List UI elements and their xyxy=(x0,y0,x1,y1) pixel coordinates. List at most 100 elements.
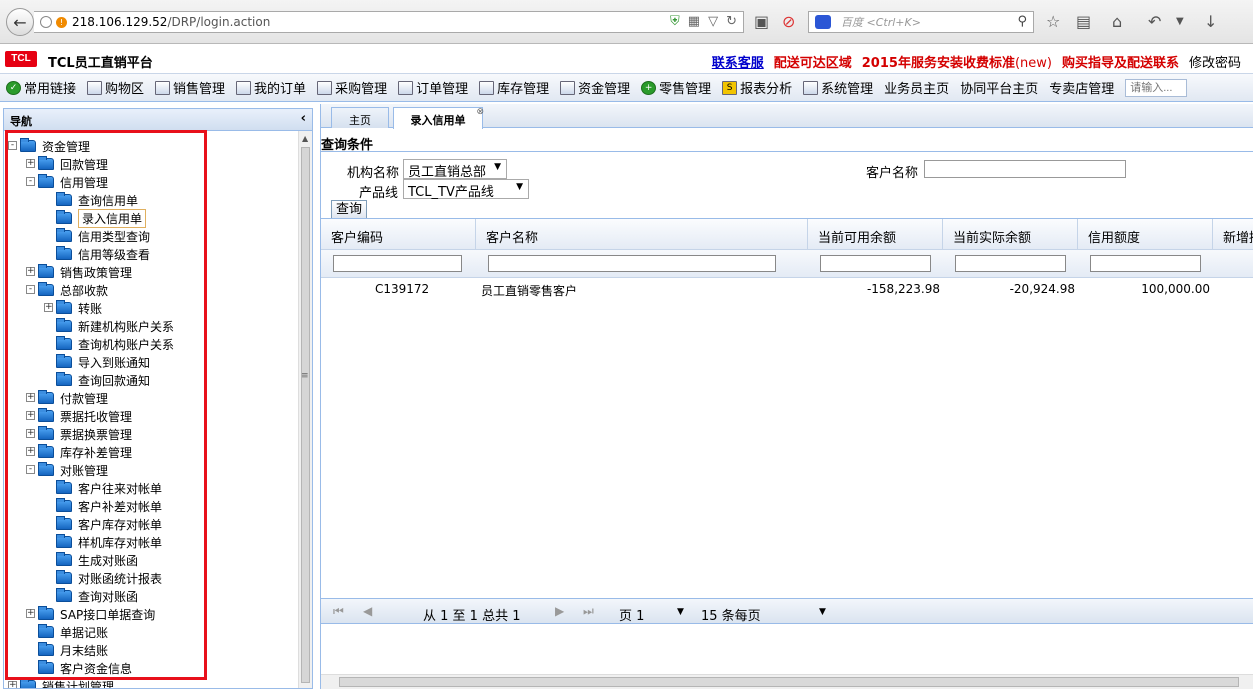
menu-order-management[interactable]: 订单管理 xyxy=(398,78,468,97)
expand-icon[interactable]: + xyxy=(8,681,17,688)
menu-store-management[interactable]: 专卖店管理 xyxy=(1049,78,1114,97)
home-icon[interactable]: ⌂ xyxy=(1112,12,1122,31)
tree-item[interactable]: 查询机构账户关系 xyxy=(56,335,174,353)
filter-credit-limit[interactable] xyxy=(1090,255,1201,272)
expand-icon[interactable]: + xyxy=(26,429,35,438)
expand-icon[interactable]: + xyxy=(26,267,35,276)
tree-item[interactable]: - 总部收款 xyxy=(26,281,108,299)
magnifier-icon[interactable]: ⚲ xyxy=(1017,14,1027,29)
table-row[interactable]: C139172 员工直销零售客户 -158,223.98 -20,924.98 … xyxy=(321,278,1253,300)
scroll-up-icon[interactable]: ▲ xyxy=(302,134,308,143)
expand-icon[interactable]: + xyxy=(26,393,35,402)
menu-purchasing[interactable]: 采购管理 xyxy=(317,78,387,97)
expand-icon[interactable]: + xyxy=(26,609,35,618)
horizontal-scrollbar[interactable] xyxy=(321,674,1253,689)
menu-retail[interactable]: + 零售管理 xyxy=(641,78,711,97)
install-fee-link[interactable]: 2015年服务安装收费标准(new) xyxy=(862,52,1052,71)
per-page-select[interactable]: 15 条每页 xyxy=(701,605,761,624)
undo-icon[interactable]: ↶ xyxy=(1148,12,1161,31)
collapse-icon[interactable]: - xyxy=(8,141,17,150)
tree-item[interactable]: 客户资金信息 xyxy=(38,659,132,677)
tree-item[interactable]: 录入信用单 xyxy=(56,208,147,228)
tree-item[interactable]: 客户往来对帐单 xyxy=(56,479,162,497)
tree-item[interactable]: 样机库存对帐单 xyxy=(56,533,162,551)
tree-item[interactable]: + SAP接口单据查询 xyxy=(26,605,155,623)
dropdown-icon[interactable]: ▼ xyxy=(1176,16,1184,27)
tree-item[interactable]: + 回款管理 xyxy=(26,155,108,173)
tab-home[interactable]: 主页 xyxy=(331,107,389,128)
tree-item[interactable]: 新建机构账户关系 xyxy=(56,317,174,335)
download-icon[interactable]: ↓ xyxy=(1204,12,1217,31)
tree-item[interactable]: 信用等级查看 xyxy=(56,245,150,263)
close-icon[interactable]: ⊗ xyxy=(476,107,484,117)
tree-item[interactable]: 生成对账函 xyxy=(56,551,138,569)
address-bar[interactable]: ! 218.106.129.52/DRP/login.action ⛨ ▦ ▽ … xyxy=(34,11,744,33)
reload-icon[interactable]: ↻ xyxy=(726,14,737,29)
tree-item[interactable]: 查询回款通知 xyxy=(56,371,150,389)
col-customer-name[interactable]: 客户名称 xyxy=(476,219,808,251)
shield-icon[interactable]: ⛨ xyxy=(670,14,680,29)
tree-item[interactable]: 对账函统计报表 xyxy=(56,569,162,587)
expand-icon[interactable]: + xyxy=(44,303,53,312)
tree-item[interactable]: 客户库存对帐单 xyxy=(56,515,162,533)
change-password-link[interactable]: 修改密码 xyxy=(1189,52,1241,71)
collapse-icon[interactable]: - xyxy=(26,285,35,294)
tree-item[interactable]: - 对账管理 xyxy=(26,461,108,479)
nav-scrollbar[interactable]: ▲ ≡ xyxy=(298,131,312,688)
tree-item[interactable]: 查询信用单 xyxy=(56,191,138,209)
star-icon[interactable]: ☆ xyxy=(1046,12,1060,31)
col-actual-balance[interactable]: 当前实际余额 xyxy=(943,219,1078,251)
query-button[interactable]: 查询 xyxy=(331,200,368,219)
tab-enter-credit[interactable]: 录入信用单 ⊗ xyxy=(393,107,484,129)
scroll-thumb[interactable] xyxy=(301,147,310,683)
tree-item[interactable]: - 资金管理 xyxy=(8,137,90,155)
tree-item[interactable]: + 销售计划管理 xyxy=(8,677,114,688)
menu-my-orders[interactable]: 我的订单 xyxy=(236,78,306,97)
chevron-left-icon[interactable]: ‹ xyxy=(301,111,306,126)
customer-name-input[interactable] xyxy=(924,160,1126,178)
tree-item[interactable]: 导入到账通知 xyxy=(56,353,150,371)
tree-item[interactable]: 信用类型查询 xyxy=(56,227,150,245)
tree-item[interactable]: + 转账 xyxy=(44,299,102,317)
purchase-guide-link[interactable]: 购买指导及配送联系 xyxy=(1062,52,1179,71)
org-select[interactable]: 员工直销总部 ▼ xyxy=(403,159,507,180)
page-number[interactable]: 页 1 xyxy=(619,605,644,624)
tree-item[interactable]: + 库存补差管理 xyxy=(26,443,132,461)
col-credit-limit[interactable]: 信用额度 xyxy=(1078,219,1213,251)
filter-customer-code[interactable] xyxy=(333,255,462,272)
menu-inventory[interactable]: 库存管理 xyxy=(479,78,549,97)
tree-item[interactable]: + 付款管理 xyxy=(26,389,108,407)
contact-service-link[interactable]: 联系客服 xyxy=(712,52,764,71)
tree-item[interactable]: + 票据换票管理 xyxy=(26,425,132,443)
back-arrow-icon[interactable]: ← xyxy=(6,8,34,36)
filter-customer-name[interactable] xyxy=(488,255,776,272)
collapse-icon[interactable]: - xyxy=(26,177,35,186)
menu-sales[interactable]: 销售管理 xyxy=(155,78,225,97)
col-new-credit[interactable]: 新增授 xyxy=(1213,219,1253,251)
tree-item[interactable]: 单据记账 xyxy=(38,623,108,641)
chevron-down-icon[interactable]: ▼ xyxy=(819,607,826,617)
block-icon[interactable]: ⊘ xyxy=(782,12,795,31)
menu-system[interactable]: 系统管理 xyxy=(803,78,873,97)
qr-code-icon[interactable]: ▦ xyxy=(688,14,700,29)
expand-icon[interactable]: + xyxy=(26,411,35,420)
last-page-icon[interactable]: ⏭ xyxy=(583,604,594,619)
col-customer-code[interactable]: 客户编码 xyxy=(321,219,476,251)
filter-actual-balance[interactable] xyxy=(955,255,1066,272)
first-page-icon[interactable]: ⏮ xyxy=(333,604,344,619)
reader-icon[interactable]: ▣ xyxy=(754,12,769,31)
menu-common-links[interactable]: ✓ 常用链接 xyxy=(6,78,76,97)
tree-item[interactable]: - 信用管理 xyxy=(26,173,108,191)
tree-item[interactable]: 查询对账函 xyxy=(56,587,138,605)
prev-page-icon[interactable]: ◀ xyxy=(363,604,372,618)
menu-collab-home[interactable]: 协同平台主页 xyxy=(960,78,1038,97)
menu-funds[interactable]: 资金管理 xyxy=(560,78,630,97)
product-select[interactable]: TCL_TV产品线 ▼ xyxy=(403,179,529,200)
expand-icon[interactable]: + xyxy=(26,159,35,168)
expand-icon[interactable]: + xyxy=(26,447,35,456)
tree-item[interactable]: + 票据托收管理 xyxy=(26,407,132,425)
next-page-icon[interactable]: ▶ xyxy=(555,604,564,618)
collapse-icon[interactable]: - xyxy=(26,465,35,474)
tree-item[interactable]: 客户补差对帐单 xyxy=(56,497,162,515)
scroll-thumb[interactable] xyxy=(339,677,1239,687)
